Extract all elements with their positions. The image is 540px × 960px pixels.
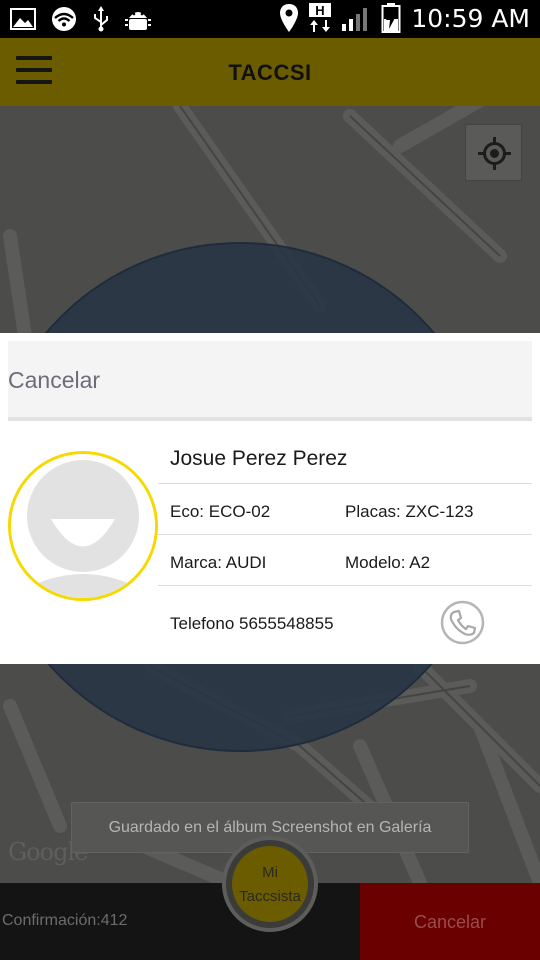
- app-title: TACCSI: [228, 60, 312, 85]
- status-bar: H 10:59 AM: [0, 0, 540, 38]
- app-bar: TACCSI: [0, 38, 540, 106]
- mi-taccsista-button[interactable]: Mi Taccsista: [222, 836, 318, 932]
- svg-text:H: H: [316, 3, 325, 18]
- driver-name: Josue Perez Perez: [170, 447, 348, 470]
- h-data-icon: H: [309, 3, 332, 33]
- toast-text: Guardado en el álbum Screenshot en Galer…: [108, 819, 432, 836]
- driver-avatar: [8, 451, 158, 601]
- placas-field: Placas: ZXC-123: [345, 502, 474, 521]
- eco-field: Eco: ECO-02: [170, 502, 271, 521]
- mi-taccsista-label-line1: Mi: [262, 864, 278, 881]
- default-avatar-icon: [11, 454, 155, 598]
- confirmation-number: Confirmación:412: [2, 912, 128, 929]
- wifi-icon: [50, 7, 78, 31]
- mi-taccsista-label-line2: Taccsista: [239, 888, 301, 905]
- gallery-icon: [10, 8, 36, 30]
- divider: [158, 483, 532, 484]
- divider: [158, 585, 532, 586]
- telefono-field: Telefono 5655548855: [170, 614, 334, 633]
- signal-icon: [341, 4, 371, 32]
- dialog-cancel-button[interactable]: Cancelar: [8, 341, 532, 421]
- location-icon: [279, 3, 299, 33]
- call-button[interactable]: [440, 600, 485, 645]
- usb-icon: [92, 6, 110, 32]
- clock: 10:59 AM: [411, 3, 530, 33]
- marca-field: Marca: AUDI: [170, 553, 267, 572]
- my-location-icon: [478, 137, 511, 170]
- cancel-ride-button[interactable]: Cancelar: [360, 883, 540, 960]
- phone-call-icon: [440, 600, 485, 645]
- my-location-button[interactable]: [465, 124, 522, 181]
- modelo-field: Modelo: A2: [345, 553, 431, 572]
- dialog-cancel-label: Cancelar: [8, 367, 101, 393]
- battery-charging-icon: [381, 3, 401, 33]
- cancel-ride-label: Cancelar: [413, 912, 487, 932]
- driver-info-dialog: Cancelar Josue Perez Perez Eco: ECO-02 P…: [0, 333, 540, 664]
- divider: [158, 534, 532, 535]
- android-debug-icon: [124, 6, 152, 32]
